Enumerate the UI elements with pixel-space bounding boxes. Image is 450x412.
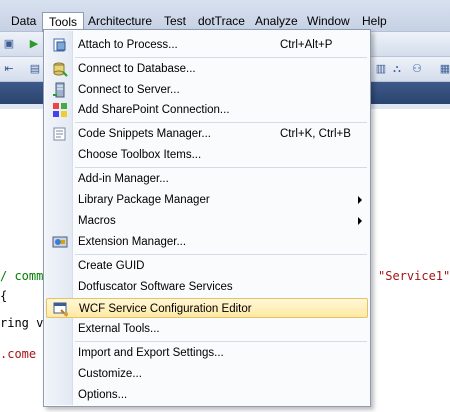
menu-item-dotfuscator[interactable]: Dotfuscator Software Services bbox=[46, 277, 368, 297]
menu-item-customize[interactable]: Customize... bbox=[46, 364, 368, 384]
menu-architecture[interactable]: Architecture bbox=[88, 14, 152, 28]
toolbar-network-icon[interactable]: ⛬ bbox=[390, 62, 404, 76]
toolbar-extra-icon[interactable]: ▦ bbox=[438, 62, 450, 76]
menu-item-connect-to-database[interactable]: Connect to Database... bbox=[46, 59, 368, 79]
menu-item-import-export-settings[interactable]: Import and Export Settings... bbox=[46, 343, 368, 363]
server-connect-icon bbox=[52, 82, 68, 98]
menu-item-choose-toolbox-items[interactable]: Choose Toolbox Items... bbox=[46, 145, 368, 165]
menu-item-connect-to-server[interactable]: Connect to Server... bbox=[46, 80, 368, 100]
wcf-editor-icon bbox=[53, 301, 69, 317]
menu-item-extension-manager[interactable]: Extension Manager... bbox=[46, 232, 368, 252]
sharepoint-icon bbox=[52, 102, 68, 118]
menu-bar: Data Tools Architecture Test dotTrace An… bbox=[0, 0, 450, 41]
code-brace-fragment: { bbox=[0, 289, 8, 303]
menu-separator bbox=[75, 254, 367, 255]
menu-item-create-guid[interactable]: Create GUID bbox=[46, 256, 368, 276]
submenu-arrow-icon bbox=[358, 217, 362, 225]
menu-separator bbox=[75, 57, 367, 58]
attach-process-icon bbox=[52, 37, 68, 53]
menu-separator bbox=[75, 341, 367, 342]
menu-item-wcf-service-configuration-editor[interactable]: WCF Service Configuration Editor bbox=[46, 298, 368, 318]
menu-item-macros[interactable]: Macros bbox=[46, 211, 368, 231]
toolbar-tool-icon[interactable]: ▥ bbox=[374, 62, 388, 76]
menu-separator bbox=[75, 122, 367, 123]
menu-item-attach-to-process[interactable]: Attach to Process... Ctrl+Alt+P bbox=[46, 35, 368, 55]
tools-dropdown-menu: Attach to Process... Ctrl+Alt+P Connect … bbox=[43, 29, 371, 407]
menu-test[interactable]: Test bbox=[164, 14, 186, 28]
menu-window[interactable]: Window bbox=[307, 14, 350, 28]
code-string-fragment: "Service1" bbox=[378, 269, 450, 283]
comment-icon[interactable]: ▤ bbox=[28, 62, 42, 76]
start-debug-icon[interactable]: ▶ bbox=[27, 37, 41, 51]
toolbar-flow-icon[interactable]: ⚇ bbox=[410, 62, 424, 76]
menu-item-library-package-manager[interactable]: Library Package Manager bbox=[46, 190, 368, 210]
code-snippets-icon bbox=[52, 126, 68, 142]
menu-data[interactable]: Data bbox=[11, 14, 36, 28]
menu-analyze[interactable]: Analyze bbox=[255, 14, 298, 28]
submenu-arrow-icon bbox=[358, 196, 362, 204]
extension-manager-icon bbox=[52, 234, 68, 250]
menu-dottrace[interactable]: dotTrace bbox=[198, 14, 245, 28]
save-icon[interactable]: ▣ bbox=[2, 37, 16, 51]
menu-item-external-tools[interactable]: External Tools... bbox=[46, 319, 368, 339]
menu-item-add-in-manager[interactable]: Add-in Manager... bbox=[46, 169, 368, 189]
database-connect-icon bbox=[52, 61, 68, 77]
indent-icon[interactable]: ⇤ bbox=[2, 62, 16, 76]
menu-item-add-sharepoint-connection[interactable]: Add SharePoint Connection... bbox=[46, 100, 368, 120]
menu-separator bbox=[75, 167, 367, 168]
menu-item-code-snippets-manager[interactable]: Code Snippets Manager... Ctrl+K, Ctrl+B bbox=[46, 124, 368, 144]
menu-help[interactable]: Help bbox=[362, 14, 387, 28]
menu-item-options[interactable]: Options... bbox=[46, 385, 368, 405]
